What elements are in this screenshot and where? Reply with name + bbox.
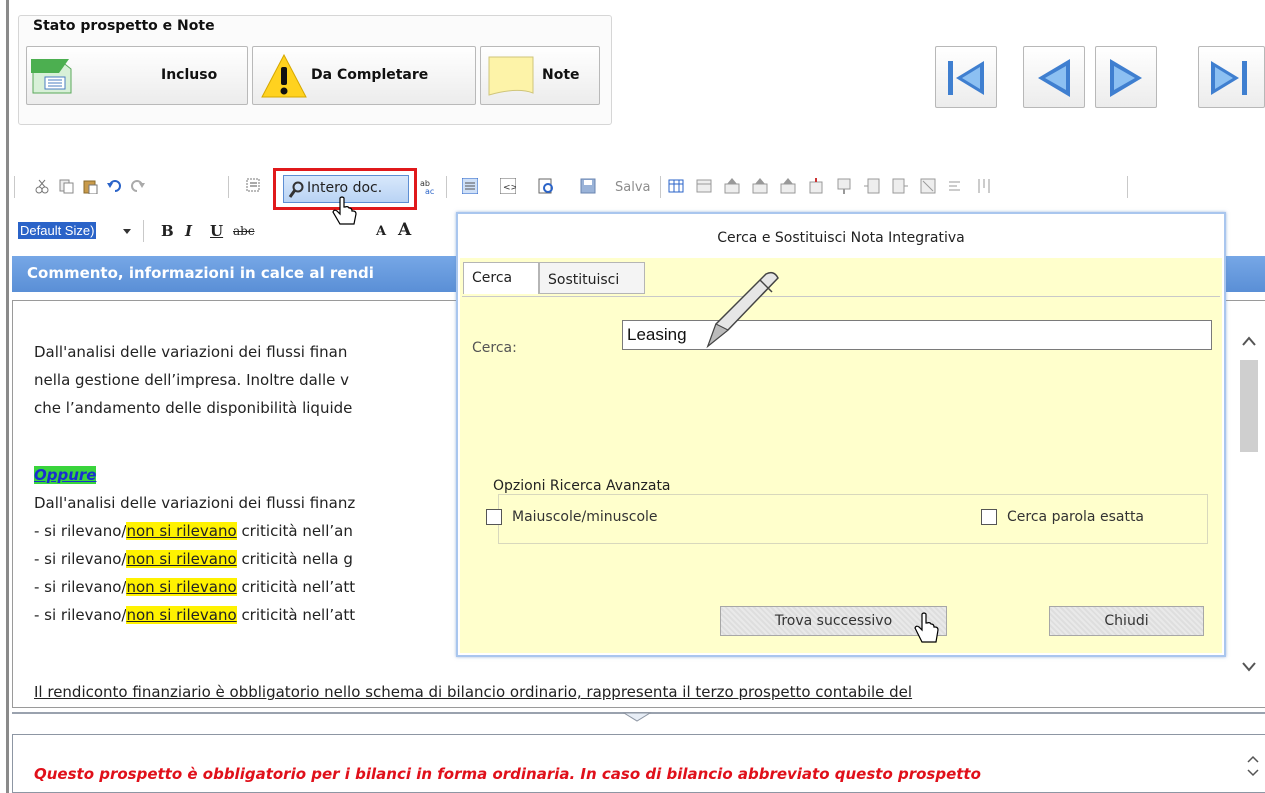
note-icon: [488, 56, 534, 96]
underline-icon[interactable]: U: [210, 222, 223, 240]
bottom-note-box: Questo prospetto è obbligatorio per i bi…: [12, 734, 1265, 793]
bullet-line: - si rilevano/non si rilevano criticità …: [34, 578, 356, 596]
bullet-line: - si rilevano/non si rilevano criticità …: [34, 550, 353, 568]
delete-column-icon[interactable]: [864, 178, 880, 194]
exact-word-label: Cerca parola esatta: [1007, 509, 1145, 525]
last-record-icon: [1211, 61, 1247, 95]
merge-cells-icon[interactable]: [892, 178, 908, 194]
previous-record-icon: [1038, 59, 1070, 97]
editor-line: che l’andamento delle disponibilità liqu…: [34, 399, 353, 417]
html-view-icon[interactable]: <>: [500, 178, 516, 194]
insert-row-above-icon[interactable]: [724, 178, 740, 194]
case-sensitive-checkbox[interactable]: [486, 509, 502, 525]
copy-icon[interactable]: [58, 178, 74, 194]
section-title: Commento, informazioni in calce al rendi: [27, 264, 374, 282]
bullet-line: - si rilevano/non si rilevano criticità …: [34, 522, 353, 540]
decrease-font-icon[interactable]: A: [376, 224, 386, 239]
scrollbar-thumb[interactable]: [1240, 360, 1258, 452]
find-icon: [288, 181, 304, 198]
increase-font-icon[interactable]: A: [398, 220, 411, 240]
last-record-button[interactable]: [1198, 46, 1265, 108]
save-icon[interactable]: [580, 178, 596, 194]
preview-icon[interactable]: [538, 178, 554, 194]
strikethrough-icon[interactable]: abc: [233, 224, 255, 238]
paste-icon[interactable]: [82, 178, 98, 194]
insert-row-below-icon[interactable]: [752, 178, 768, 194]
warning-icon: [261, 53, 307, 98]
next-record-button[interactable]: [1095, 46, 1157, 108]
split-cells-icon[interactable]: [920, 178, 936, 194]
insert-table-icon[interactable]: [668, 178, 684, 194]
insert-column-right-icon[interactable]: [836, 178, 852, 194]
redo-icon[interactable]: [130, 178, 146, 194]
chevron-down-icon[interactable]: [122, 228, 132, 236]
first-record-button[interactable]: [935, 46, 997, 108]
bottom-note-text: Questo prospetto è obbligatorio per i bi…: [34, 765, 981, 783]
split-horizontal-icon[interactable]: [948, 178, 964, 194]
da-completare-button[interactable]: Da Completare: [252, 46, 476, 105]
delete-row-icon[interactable]: [780, 178, 796, 194]
search-label: Cerca:: [472, 340, 517, 356]
stato-prospetto-title: Stato prospetto e Note: [33, 18, 215, 34]
oppure-label: Oppure: [34, 466, 97, 484]
hand-cursor-icon: [914, 612, 939, 643]
case-sensitive-label: Maiuscole/minuscole: [512, 509, 658, 525]
editor-line: nella gestione dell’impresa. Inoltre dal…: [34, 371, 349, 389]
da-completare-label: Da Completare: [311, 67, 429, 83]
bullet-line: - si rilevano/non si rilevano criticità …: [34, 606, 356, 624]
split-vertical-icon[interactable]: [976, 178, 992, 194]
tab-cerca[interactable]: Cerca: [463, 262, 539, 294]
select-all-icon[interactable]: [246, 178, 262, 194]
scroll-up-icon[interactable]: [1240, 334, 1258, 348]
left-border: [0, 0, 9, 793]
find-replace-dialog: Cerca e Sostituisci Nota Integrativa Cer…: [456, 212, 1226, 657]
splitter-handle-icon[interactable]: [620, 712, 654, 724]
note-button[interactable]: Note: [480, 46, 600, 105]
note-label: Note: [542, 67, 580, 83]
intero-doc-label: Intero doc.: [307, 180, 383, 196]
svg-text:<>: <>: [503, 183, 516, 193]
font-size-select[interactable]: Default Size): [18, 222, 97, 239]
pen-cursor-icon: [706, 271, 779, 349]
document-list-icon: [31, 59, 72, 94]
editor-line: Dall'analisi delle variazioni dei flussi…: [34, 343, 348, 361]
hand-cursor-icon: [332, 196, 357, 225]
advanced-options-title: Opzioni Ricerca Avanzata: [487, 478, 677, 494]
editor-line: Dall'analisi delle variazioni dei flussi…: [34, 494, 356, 512]
insert-column-left-icon[interactable]: [808, 178, 824, 194]
design-view-icon[interactable]: [462, 178, 478, 194]
bold-icon[interactable]: B: [161, 222, 174, 240]
previous-record-button[interactable]: [1023, 46, 1085, 108]
editor-line: Il rendiconto finanziario è obbligatorio…: [34, 683, 913, 701]
undo-icon[interactable]: [106, 178, 122, 194]
dialog-body: Cerca Sostituisci Cerca: Leasing Opzioni…: [460, 258, 1222, 653]
svg-text:ac: ac: [425, 187, 434, 194]
tab-sostituisci[interactable]: Sostituisci: [539, 262, 645, 294]
incluso-button[interactable]: Incluso: [26, 46, 248, 105]
salva-label[interactable]: Salva: [615, 180, 651, 195]
spin-arrows-icon[interactable]: [1246, 754, 1260, 778]
incluso-label: Incluso: [161, 67, 218, 83]
splitter[interactable]: [12, 712, 1265, 734]
first-record-icon: [948, 61, 984, 95]
dialog-title: Cerca e Sostituisci Nota Integrativa: [458, 214, 1224, 258]
table-props-icon[interactable]: [696, 178, 712, 194]
cut-icon[interactable]: [34, 178, 50, 194]
replace-icon[interactable]: abac: [420, 178, 436, 194]
italic-icon[interactable]: I: [185, 222, 192, 240]
scroll-down-icon[interactable]: [1240, 660, 1258, 674]
close-button[interactable]: Chiudi: [1049, 606, 1204, 636]
next-record-icon: [1110, 59, 1142, 97]
exact-word-checkbox[interactable]: [981, 509, 997, 525]
